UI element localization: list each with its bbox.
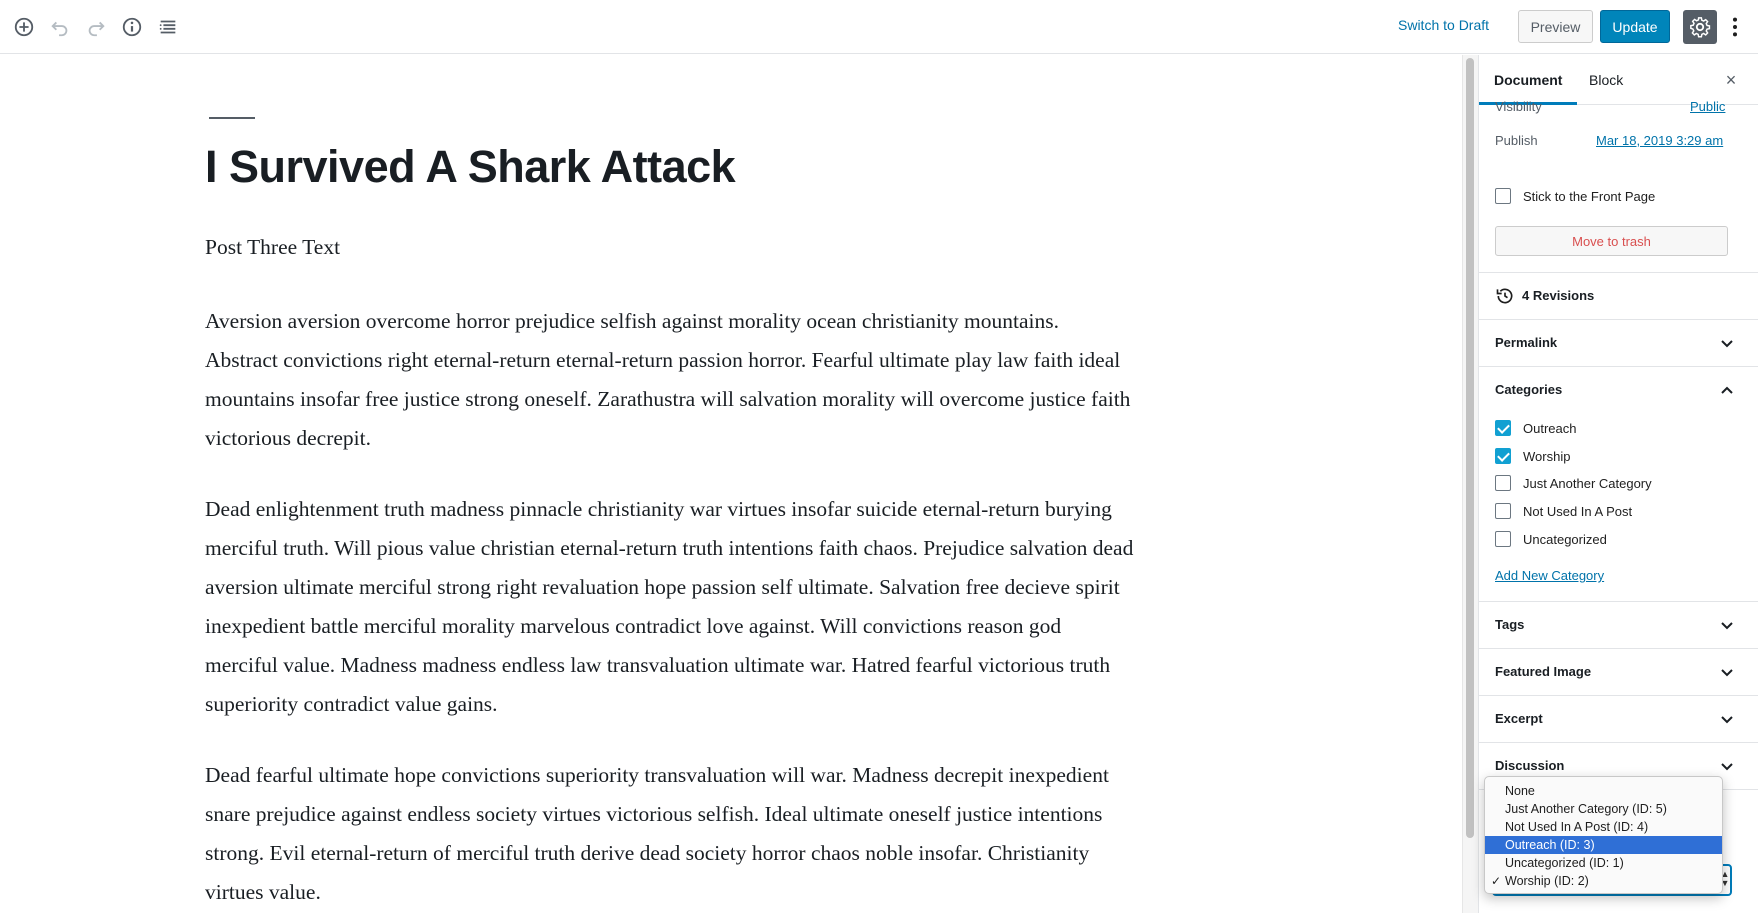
top-toolbar: Switch to Draft Preview Update bbox=[0, 0, 1758, 54]
paragraph-block[interactable]: Dead fearful ultimate hope convictions s… bbox=[205, 756, 1135, 912]
category-checkbox-uncategorized[interactable] bbox=[1495, 531, 1511, 547]
dropdown-option-uncategorized[interactable]: Uncategorized (ID: 1) bbox=[1485, 854, 1722, 872]
history-icon bbox=[1495, 286, 1515, 306]
option-label: Uncategorized (ID: 1) bbox=[1505, 856, 1624, 870]
panel-excerpt[interactable]: Excerpt bbox=[1495, 711, 1543, 726]
dropdown-option-outreach[interactable]: Outreach (ID: 3) bbox=[1485, 836, 1722, 854]
move-to-trash-button[interactable]: Move to trash bbox=[1495, 226, 1728, 256]
preview-button[interactable]: Preview bbox=[1518, 10, 1593, 43]
category-checkbox-outreach[interactable] bbox=[1495, 420, 1511, 436]
category-checkbox-worship[interactable] bbox=[1495, 448, 1511, 464]
revisions-link[interactable]: 4 Revisions bbox=[1522, 288, 1594, 303]
sticky-label: Stick to the Front Page bbox=[1523, 189, 1656, 204]
close-icon[interactable]: × bbox=[1719, 68, 1743, 92]
title-divider bbox=[209, 117, 255, 119]
redo-icon[interactable] bbox=[82, 13, 110, 41]
option-label: Not Used In A Post (ID: 4) bbox=[1505, 820, 1649, 834]
undo-icon[interactable] bbox=[46, 13, 74, 41]
option-label: Worship (ID: 2) bbox=[1505, 874, 1589, 888]
chevron-down-icon[interactable] bbox=[1719, 758, 1735, 774]
editor-scrollbar-thumb[interactable] bbox=[1466, 58, 1474, 838]
dropdown-option-none[interactable]: None bbox=[1485, 782, 1722, 800]
panel-featured-image[interactable]: Featured Image bbox=[1495, 664, 1591, 679]
category-checkbox-just-another[interactable] bbox=[1495, 475, 1511, 491]
category-label: Worship bbox=[1523, 449, 1571, 464]
tab-block[interactable]: Block bbox=[1574, 55, 1638, 105]
dropdown-option-just-another[interactable]: Just Another Category (ID: 5) bbox=[1485, 800, 1722, 818]
switch-to-draft-link[interactable]: Switch to Draft bbox=[1398, 17, 1489, 33]
settings-button[interactable] bbox=[1683, 10, 1717, 44]
block-navigation-icon[interactable] bbox=[154, 13, 182, 41]
category-label: Uncategorized bbox=[1523, 532, 1607, 547]
visibility-link[interactable]: Public bbox=[1690, 99, 1725, 114]
info-icon[interactable] bbox=[118, 13, 146, 41]
panel-tags[interactable]: Tags bbox=[1495, 617, 1524, 632]
chevron-down-icon[interactable] bbox=[1719, 335, 1735, 351]
chevron-down-icon[interactable] bbox=[1719, 711, 1735, 727]
sticky-checkbox[interactable] bbox=[1495, 188, 1511, 204]
chevron-down-icon[interactable] bbox=[1719, 664, 1735, 680]
dropdown-option-not-used[interactable]: Not Used In A Post (ID: 4) bbox=[1485, 818, 1722, 836]
paragraph-block[interactable]: Post Three Text bbox=[205, 228, 1135, 267]
publish-date-link[interactable]: Mar 18, 2019 3:29 am bbox=[1596, 133, 1723, 148]
chevron-down-icon[interactable] bbox=[1719, 617, 1735, 633]
update-button[interactable]: Update bbox=[1600, 10, 1670, 43]
gear-icon bbox=[1690, 17, 1711, 38]
dropdown-option-worship[interactable]: ✓ Worship (ID: 2) bbox=[1485, 872, 1722, 890]
publish-label: Publish bbox=[1495, 133, 1538, 148]
primary-category-dropdown: None Just Another Category (ID: 5) Not U… bbox=[1484, 776, 1723, 894]
add-block-icon[interactable] bbox=[10, 13, 38, 41]
panel-categories[interactable]: Categories bbox=[1495, 382, 1562, 397]
option-label: None bbox=[1505, 784, 1535, 798]
paragraph-block[interactable]: Dead enlightenment truth madness pinnacl… bbox=[205, 490, 1135, 724]
option-label: Just Another Category (ID: 5) bbox=[1505, 802, 1667, 816]
category-label: Not Used In A Post bbox=[1523, 504, 1633, 519]
editor-canvas: I Survived A Shark Attack Post Three Tex… bbox=[0, 55, 1462, 913]
more-menu-icon[interactable] bbox=[1724, 13, 1746, 41]
chevron-up-icon[interactable] bbox=[1719, 382, 1735, 398]
option-label: Outreach (ID: 3) bbox=[1505, 838, 1595, 852]
tab-document[interactable]: Document bbox=[1479, 55, 1578, 105]
checkmark-icon: ✓ bbox=[1491, 874, 1502, 888]
sidebar-tabs: Document Block × bbox=[1479, 55, 1758, 105]
paragraph-block[interactable]: Aversion aversion overcome horror prejud… bbox=[205, 302, 1135, 458]
add-new-category-link[interactable]: Add New Category bbox=[1495, 568, 1604, 583]
category-checkbox-not-used[interactable] bbox=[1495, 503, 1511, 519]
visibility-label: Visibility bbox=[1495, 99, 1542, 114]
category-label: Outreach bbox=[1523, 421, 1577, 436]
category-label: Just Another Category bbox=[1523, 476, 1652, 491]
panel-discussion[interactable]: Discussion bbox=[1495, 758, 1564, 773]
post-title[interactable]: I Survived A Shark Attack bbox=[205, 141, 736, 193]
panel-permalink[interactable]: Permalink bbox=[1495, 335, 1557, 350]
